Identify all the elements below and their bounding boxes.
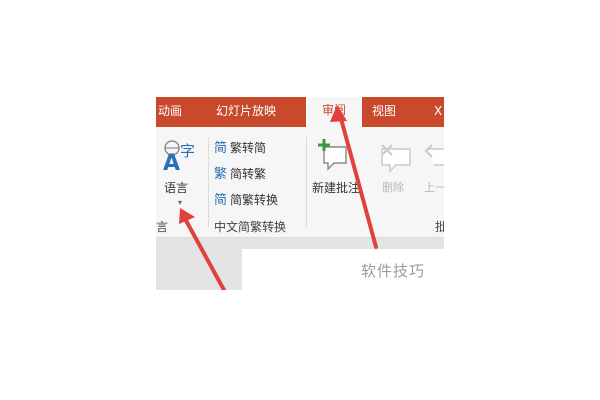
annotation-arrows xyxy=(179,105,378,290)
arrow-to-review-tab xyxy=(338,113,378,249)
ppt-ribbon-screenshot: 动画 幻灯片放映 视图 X 审阅 A 字 语言 ▾ 简繁转简 繁简转繁 简简繁转… xyxy=(156,97,444,290)
arrow-to-language xyxy=(181,213,226,290)
arrow-head-review xyxy=(330,105,347,122)
